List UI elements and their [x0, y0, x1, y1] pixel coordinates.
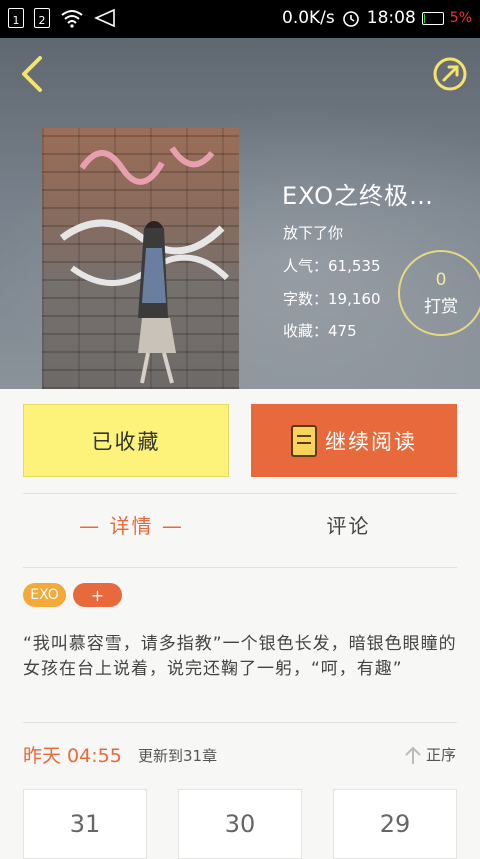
sim2-icon: 2	[34, 8, 50, 28]
tag-exo[interactable]: EXO	[23, 583, 66, 607]
divider	[23, 493, 457, 494]
book-header: EXO之终极… 放下了你 人气：61,535 字数：19,160 收藏：475 …	[0, 38, 480, 389]
book-favorites: 收藏：475	[283, 322, 357, 340]
back-icon[interactable]	[18, 54, 46, 94]
status-left: 1 2	[8, 8, 116, 28]
sim1-icon: 1	[8, 8, 24, 28]
favorited-label: 已收藏	[91, 429, 161, 454]
clock: 18:08	[366, 8, 416, 28]
reward-button[interactable]: 0 打赏	[398, 250, 480, 336]
share-icon[interactable]	[432, 56, 468, 92]
tab-detail[interactable]: — 详情 —	[23, 510, 240, 539]
chapter-button[interactable]: 29	[333, 789, 457, 859]
book-description: “我叫慕容雪，请多指教”一个银色长发，暗银色眼瞳的女孩在台上说着，说完还鞠了一躬…	[23, 634, 457, 679]
reward-label: 打赏	[424, 297, 458, 317]
continue-reading-button[interactable]: 继续阅读	[251, 404, 457, 477]
tab-comments[interactable]: 评论	[240, 510, 457, 539]
sort-order-label: 正序	[425, 746, 456, 764]
book-popularity: 人气：61,535	[283, 257, 381, 275]
battery-percent: 5%	[449, 10, 472, 26]
status-right: 0.0K/s 18:08 5%	[282, 8, 472, 28]
divider	[23, 722, 457, 723]
sort-order-button[interactable]: 正序	[404, 744, 456, 765]
book-title: EXO之终极…	[282, 182, 434, 210]
arrow-up-icon	[405, 746, 421, 764]
network-speed: 0.0K/s	[282, 8, 335, 28]
book-author[interactable]: 放下了你	[283, 222, 343, 243]
favorited-button[interactable]: 已收藏	[23, 404, 229, 477]
book-icon	[291, 424, 317, 457]
chapter-button[interactable]: 31	[23, 789, 147, 859]
cover-illustration	[59, 146, 230, 384]
divider	[23, 567, 457, 568]
book-word-count: 字数：19,160	[283, 290, 381, 308]
chapter-button[interactable]: 30	[178, 789, 302, 859]
continue-reading-label: 继续阅读	[325, 429, 417, 454]
reward-count: 0	[435, 270, 447, 290]
status-bar: 1 2 0.0K/s 18:08 5%	[0, 0, 480, 38]
update-time: 昨天 04:55	[23, 745, 122, 767]
signal-icon	[94, 8, 115, 28]
battery-icon	[421, 11, 444, 25]
update-info: 更新到31章	[138, 747, 218, 765]
book-cover-image[interactable]	[42, 128, 239, 389]
add-tag-button[interactable]: +	[73, 583, 122, 607]
wifi-icon	[61, 10, 83, 28]
alarm-icon	[342, 11, 359, 27]
